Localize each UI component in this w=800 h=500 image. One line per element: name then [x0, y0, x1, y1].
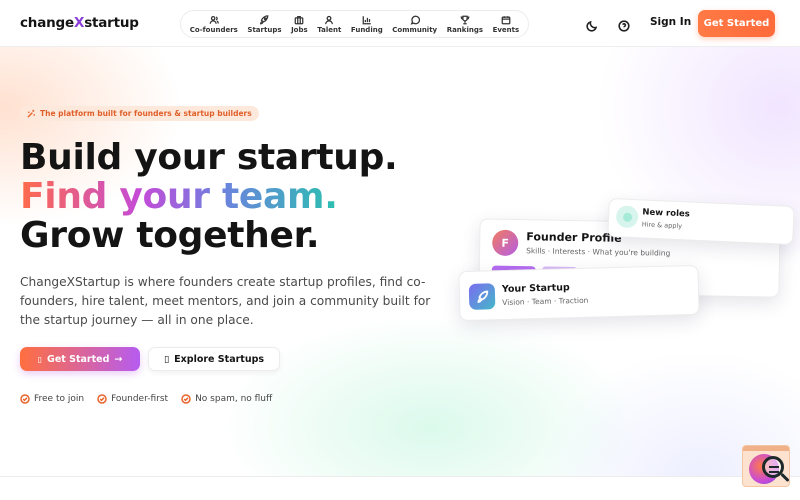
perks-list: Free to join Founder-first No spam, no f… — [20, 394, 272, 404]
roles-card-title: New roles — [642, 207, 690, 220]
hero-get-started-button[interactable]: ▯ Get Started → — [20, 347, 140, 371]
bar-chart-icon — [362, 15, 371, 24]
hero-badge-text: The platform built for founders & startu… — [40, 109, 252, 118]
chat-bubble-icon — [410, 15, 420, 25]
brand-logo[interactable]: changeXstartup — [20, 15, 139, 31]
users-icon — [209, 15, 219, 24]
sign-in-link[interactable]: Sign In — [650, 16, 691, 28]
moon-icon — [586, 20, 598, 32]
nav-item-funding[interactable]: Funding — [351, 15, 383, 34]
calendar-icon — [501, 15, 511, 24]
check-circle-icon — [181, 394, 191, 404]
avatar: F — [492, 229, 519, 257]
sparkles-icon — [27, 109, 35, 118]
explore-startups-label: Explore Startups — [174, 353, 265, 365]
perk-label: Founder-first — [111, 394, 169, 404]
nav-label: Rankings — [446, 25, 483, 34]
section-divider — [0, 476, 800, 477]
nav-item-jobs[interactable]: Jobs — [291, 15, 308, 34]
nav-item-startups[interactable]: Startups — [247, 14, 282, 34]
brand-suffix: startup — [84, 15, 139, 31]
roles-icon — [615, 205, 639, 229]
brand-prefix: change — [20, 15, 74, 31]
nav-label: Jobs — [291, 25, 308, 34]
founder-card-subtitle: Skills · Interests · What you're buildin… — [526, 246, 671, 258]
main-nav: Co-founders Startups Jobs Talent Funding… — [180, 10, 529, 38]
site-header: changeXstartup Co-founders Startups Jobs… — [0, 0, 800, 47]
hero-headline-line-1: Build your startup. — [20, 137, 398, 178]
user-icon — [325, 15, 334, 24]
perk-item: Founder-first — [97, 394, 168, 404]
startup-card-title: Your Startup — [501, 282, 570, 296]
nav-label: Co-founders — [189, 25, 238, 34]
nav-label: Startups — [247, 25, 282, 34]
nav-label: Talent — [317, 25, 342, 34]
briefcase-icon — [295, 15, 304, 24]
perk-label: Free to join — [34, 394, 85, 404]
brand-x: X — [73, 15, 85, 31]
nav-item-co-founders[interactable]: Co-founders — [190, 15, 238, 34]
placeholder-glyph-icon: ▯ — [163, 353, 170, 365]
theme-toggle-button[interactable] — [586, 17, 598, 32]
nav-item-rankings[interactable]: Rankings — [447, 15, 483, 34]
nav-item-events[interactable]: Events — [492, 15, 520, 34]
check-circle-icon — [97, 394, 107, 404]
hero-badge: The platform built for founders & startu… — [20, 106, 259, 121]
arrow-right-icon: → — [114, 353, 123, 365]
perk-label: No spam, no fluff — [195, 394, 273, 404]
startup-icon-tile — [468, 283, 496, 310]
magnifier-chat-icon[interactable] — [742, 445, 790, 487]
new-roles-card: New roles Hire & apply — [607, 197, 795, 246]
trophy-icon — [460, 15, 470, 24]
roles-card-subtitle: Hire & apply — [641, 220, 683, 231]
hero-headline-line-2: Find your team. — [20, 176, 338, 217]
placeholder-glyph-icon: ▯ — [37, 354, 43, 364]
nav-label: Events — [492, 25, 520, 34]
nav-label: Funding — [350, 25, 383, 34]
rocket-icon — [476, 290, 488, 303]
your-startup-card: Your Startup Vision · Team · Traction — [458, 264, 700, 322]
rocket-icon — [260, 14, 269, 24]
check-circle-icon — [20, 394, 30, 404]
help-circle-icon — [618, 20, 630, 32]
nav-item-community[interactable]: Community — [392, 15, 437, 34]
nav-label: Community — [392, 25, 438, 34]
hero-description: ChangeXStartup is where founders create … — [20, 275, 431, 327]
help-button[interactable] — [618, 17, 630, 32]
header-get-started-button[interactable]: Get Started — [698, 10, 775, 37]
hero-get-started-label: Get Started — [47, 353, 110, 365]
nav-item-talent[interactable]: Talent — [317, 15, 341, 34]
startup-card-subtitle: Vision · Team · Traction — [502, 295, 589, 308]
hero-headline-line-3: Grow together. — [20, 215, 320, 256]
explore-startups-button[interactable]: ▯ Explore Startups — [148, 347, 280, 371]
perk-item: No spam, no fluff — [181, 394, 272, 404]
perk-item: Free to join — [20, 394, 84, 404]
